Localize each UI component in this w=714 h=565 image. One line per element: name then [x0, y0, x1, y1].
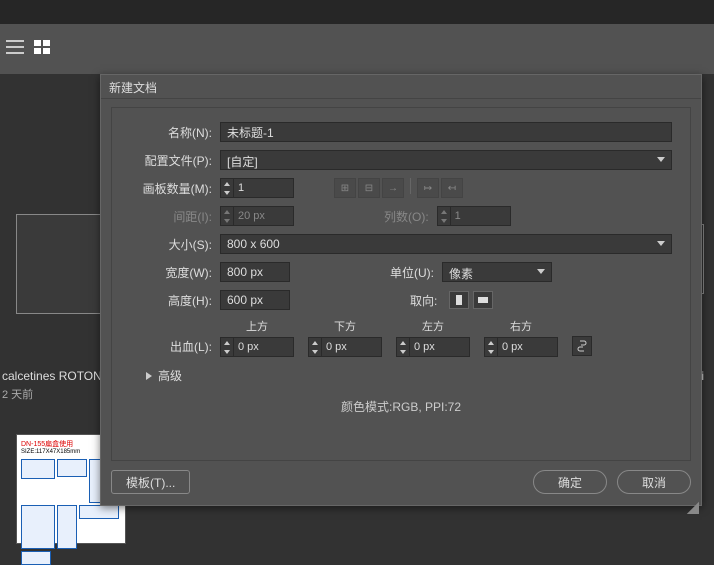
arrange-grid-col-icon[interactable]: ⊟: [358, 178, 380, 198]
bleed-top-spinner[interactable]: [220, 337, 294, 357]
recent-file-time: 2 天前: [2, 386, 33, 402]
chevron-down-icon: [657, 241, 665, 246]
advanced-toggle[interactable]: 高级: [146, 367, 672, 384]
app-menubar: [0, 0, 714, 24]
orientation-label: 取向:: [410, 292, 437, 309]
dialog-footer: 模板(T)... 确定 取消: [111, 467, 691, 497]
arrange-grid-row-icon[interactable]: ⊞: [334, 178, 356, 198]
arrange-ltr-icon[interactable]: ↦: [417, 178, 439, 198]
app-toolbar: [0, 24, 714, 74]
units-select[interactable]: 像素: [442, 262, 552, 282]
bleed-top-header: 上方: [246, 318, 268, 334]
spacing-spinner: [220, 206, 294, 226]
artboard-arrange-group: ⊞ ⊟ → ↦ ↤: [334, 178, 463, 198]
arrange-rtl-icon[interactable]: ↤: [441, 178, 463, 198]
orientation-landscape-button[interactable]: [473, 291, 493, 309]
dialog-body: 名称(N): 配置文件(P): [自定] 画板数量(M): ⊞ ⊟ → ↦ ↤: [111, 107, 691, 461]
new-document-dialog: 新建文档 名称(N): 配置文件(P): [自定] 画板数量(M): ⊞ ⊟ →: [100, 74, 702, 506]
height-input[interactable]: [220, 290, 290, 310]
chevron-down-icon: [657, 157, 665, 162]
artboards-spinner[interactable]: [220, 178, 294, 198]
name-label: 名称(N):: [130, 124, 212, 141]
bleed-bottom-spinner[interactable]: [308, 337, 382, 357]
resize-grip-icon[interactable]: ◢: [687, 497, 699, 517]
color-mode-text: 颜色模式:RGB, PPI:72: [130, 398, 672, 415]
chevron-down-icon: [537, 269, 545, 274]
cancel-button[interactable]: 取消: [617, 470, 691, 494]
artboards-label: 画板数量(M):: [130, 180, 212, 197]
bleed-label: 出血(L):: [130, 338, 212, 355]
bleed-left-spinner[interactable]: [396, 337, 470, 357]
spacing-label: 间距(I):: [130, 208, 212, 225]
link-icon: [577, 340, 587, 352]
disclosure-triangle-icon: [146, 372, 152, 380]
recent-file-name: calcetines ROTON: [2, 369, 102, 383]
view-list-icon[interactable]: [6, 40, 24, 54]
arrange-row-icon[interactable]: →: [382, 178, 404, 198]
view-grid-icon[interactable]: [34, 40, 52, 54]
columns-spinner: [437, 206, 511, 226]
bleed-bottom-header: 下方: [334, 318, 356, 334]
ok-button[interactable]: 确定: [533, 470, 607, 494]
name-input[interactable]: [220, 122, 672, 142]
dialog-title: 新建文档: [101, 75, 701, 99]
columns-label: 列数(O):: [384, 208, 429, 225]
bleed-right-spinner[interactable]: [484, 337, 558, 357]
size-label: 大小(S):: [130, 236, 212, 253]
bleed-left-header: 左方: [422, 318, 444, 334]
bleed-link-button[interactable]: [572, 336, 592, 356]
width-label: 宽度(W):: [130, 264, 212, 281]
orientation-portrait-button[interactable]: [449, 291, 469, 309]
width-input[interactable]: [220, 262, 290, 282]
units-label: 单位(U):: [390, 264, 434, 281]
height-label: 高度(H):: [130, 292, 212, 309]
profile-label: 配置文件(P):: [130, 152, 212, 169]
templates-button[interactable]: 模板(T)...: [111, 470, 190, 494]
profile-select[interactable]: [自定]: [220, 150, 672, 170]
bleed-right-header: 右方: [510, 318, 532, 334]
size-select[interactable]: 800 x 600: [220, 234, 672, 254]
